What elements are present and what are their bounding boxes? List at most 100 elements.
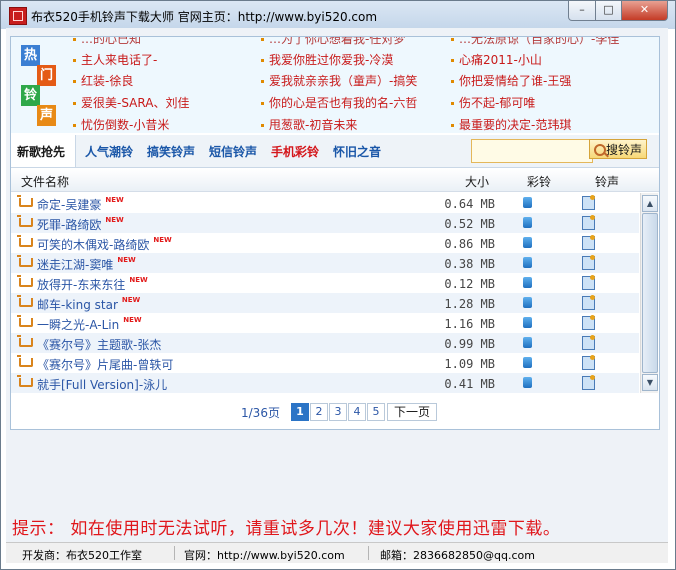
song-row[interactable]: 《赛尔号》片尾曲-曾轶可 1.09 MB	[11, 353, 639, 373]
banner-song-link[interactable]: 你把爱情给了谁-王强	[451, 72, 571, 89]
header-ringtone[interactable]: 铃声	[595, 173, 619, 190]
ringtone-icon[interactable]	[582, 315, 595, 330]
maximize-button[interactable]: □	[595, 1, 622, 21]
cart-icon[interactable]	[17, 195, 33, 207]
banner-song-link[interactable]: …为了你心想着我-任对梦	[261, 37, 405, 47]
search-button[interactable]: 搜铃声	[589, 139, 647, 159]
ringtone-icon[interactable]	[582, 355, 595, 370]
page-2-button[interactable]: 2	[310, 403, 328, 421]
song-name[interactable]: 迷走江湖-窦唯 NEW	[37, 256, 136, 273]
tab-nostalgic[interactable]: 怀旧之音	[333, 143, 381, 160]
song-row[interactable]: 放得开-东来东往 NEW 0.12 MB	[11, 273, 639, 293]
song-name[interactable]: 邮车-king star NEW	[37, 296, 140, 313]
ringtone-icon[interactable]	[582, 275, 595, 290]
ringtone-icon[interactable]	[582, 375, 595, 390]
page-1-button[interactable]: 1	[291, 403, 309, 421]
song-row[interactable]: 一瞬之光-A-Lin NEW 1.16 MB	[11, 313, 639, 333]
banner-song-link[interactable]: 我爱你胜过你爱我-冷漠	[261, 51, 393, 68]
song-size: 0.99 MB	[444, 337, 495, 351]
cart-icon[interactable]	[17, 255, 33, 267]
cart-icon[interactable]	[17, 315, 33, 327]
song-size: 0.12 MB	[444, 277, 495, 291]
banner-song-link[interactable]: 最重要的决定-范玮琪	[451, 116, 571, 133]
banner-song-link[interactable]: 甩葱歌-初音未来	[261, 116, 357, 133]
hot-tile-3: 铃	[21, 85, 40, 106]
color-ring-icon[interactable]	[523, 197, 532, 208]
color-ring-icon[interactable]	[523, 317, 532, 328]
song-row[interactable]: 邮车-king star NEW 1.28 MB	[11, 293, 639, 313]
banner-song-link[interactable]: …的心已知	[73, 37, 141, 47]
cart-icon[interactable]	[17, 335, 33, 347]
color-ring-icon[interactable]	[523, 377, 532, 388]
banner-song-link[interactable]: …无法原谅（自家的心）-李佳	[451, 37, 619, 47]
cart-icon[interactable]	[17, 235, 33, 247]
tab-funny[interactable]: 搞笑铃声	[147, 143, 195, 160]
banner-song-link[interactable]: 主人来电话了-	[73, 51, 157, 68]
banner-song-link[interactable]: 忧伤倒数-小昔米	[73, 116, 169, 133]
banner-song-link[interactable]: 伤不起-郁可唯	[451, 94, 535, 111]
song-name[interactable]: 可笑的木偶戏-路绮欧 NEW	[37, 236, 172, 253]
tab-color-ring[interactable]: 手机彩铃	[271, 143, 319, 160]
banner-song-link[interactable]: 爱我就亲亲我（童声）-搞笑	[261, 72, 417, 89]
color-ring-icon[interactable]	[523, 297, 532, 308]
ringtone-icon[interactable]	[582, 255, 595, 270]
cart-icon[interactable]	[17, 375, 33, 387]
tab-sms[interactable]: 短信铃声	[209, 143, 257, 160]
ringtone-icon[interactable]	[582, 335, 595, 350]
banner-song-link[interactable]: 红装-徐良	[73, 72, 133, 89]
header-file-name[interactable]: 文件名称	[21, 173, 69, 190]
ringtone-icon[interactable]	[582, 235, 595, 250]
song-title: 一瞬之光-A-Lin	[37, 318, 120, 332]
main-panel: 热 门 铃 声 …的心已知 …为了你心想着我-任对梦 …无法原谅（自家的心）-李…	[10, 36, 660, 430]
color-ring-icon[interactable]	[523, 257, 532, 268]
header-color-ring[interactable]: 彩铃	[527, 173, 551, 190]
close-button[interactable]: ✕	[621, 1, 668, 21]
scroll-up-button[interactable]: ▲	[642, 195, 658, 212]
page-5-button[interactable]: 5	[367, 403, 385, 421]
cart-icon[interactable]	[17, 355, 33, 367]
page-4-button[interactable]: 4	[348, 403, 366, 421]
song-name[interactable]: 放得开-东来东往 NEW	[37, 276, 148, 293]
header-size[interactable]: 大小	[465, 173, 489, 190]
cart-icon[interactable]	[17, 275, 33, 287]
song-row[interactable]: 就手[Full Version]-泳儿 0.41 MB	[11, 373, 639, 393]
color-ring-icon[interactable]	[523, 277, 532, 288]
song-row[interactable]: 命定-吴建豪 NEW 0.64 MB	[11, 193, 639, 213]
minimize-button[interactable]: –	[568, 1, 596, 21]
song-name[interactable]: 死罪-路绮欧 NEW	[37, 216, 124, 233]
song-name[interactable]: 就手[Full Version]-泳儿	[37, 376, 167, 393]
tab-popular[interactable]: 人气潮铃	[85, 143, 133, 160]
banner-song-link[interactable]: 爱很美-SARA、刘佳	[73, 94, 189, 111]
ringtone-icon[interactable]	[582, 215, 595, 230]
song-name[interactable]: 《赛尔号》主题歌-张杰	[37, 336, 161, 353]
next-page-button[interactable]: 下一页	[387, 403, 437, 421]
ringtone-icon[interactable]	[582, 295, 595, 310]
ringtone-icon[interactable]	[582, 195, 595, 210]
scroll-down-button[interactable]: ▼	[642, 374, 658, 391]
color-ring-icon[interactable]	[523, 357, 532, 368]
new-badge: NEW	[105, 196, 124, 204]
song-name[interactable]: 一瞬之光-A-Lin NEW	[37, 316, 142, 333]
page-3-button[interactable]: 3	[329, 403, 347, 421]
cart-icon[interactable]	[17, 215, 33, 227]
color-ring-icon[interactable]	[523, 217, 532, 228]
song-title: 《赛尔号》片尾曲-曾轶可	[37, 358, 174, 372]
status-developer: 开发商：布衣520工作室	[22, 549, 142, 562]
song-row[interactable]: 《赛尔号》主题歌-张杰 0.99 MB	[11, 333, 639, 353]
banner-song-link[interactable]: 心痛2011-小山	[451, 51, 542, 68]
song-row[interactable]: 死罪-路绮欧 NEW 0.52 MB	[11, 213, 639, 233]
color-ring-icon[interactable]	[523, 337, 532, 348]
song-row[interactable]: 迷走江湖-窦唯 NEW 0.38 MB	[11, 253, 639, 273]
tab-new-songs[interactable]: 新歌抢先	[17, 143, 65, 160]
cart-icon[interactable]	[17, 295, 33, 307]
banner-song-link[interactable]: 你的心是否也有我的名-六哲	[261, 94, 417, 111]
search-input[interactable]	[471, 139, 593, 163]
song-name[interactable]: 《赛尔号》片尾曲-曾轶可	[37, 356, 173, 373]
title-bar[interactable]: 布衣520手机铃声下载大师 官网主页：http://www.byi520.com…	[1, 1, 675, 29]
status-website: 官网：http://www.byi520.com	[184, 549, 345, 562]
song-name[interactable]: 命定-吴建豪 NEW	[37, 196, 124, 213]
song-row[interactable]: 可笑的木偶戏-路绮欧 NEW 0.86 MB	[11, 233, 639, 253]
list-scrollbar[interactable]: ▲ ▼	[640, 193, 658, 393]
color-ring-icon[interactable]	[523, 237, 532, 248]
scroll-thumb[interactable]	[642, 213, 658, 373]
